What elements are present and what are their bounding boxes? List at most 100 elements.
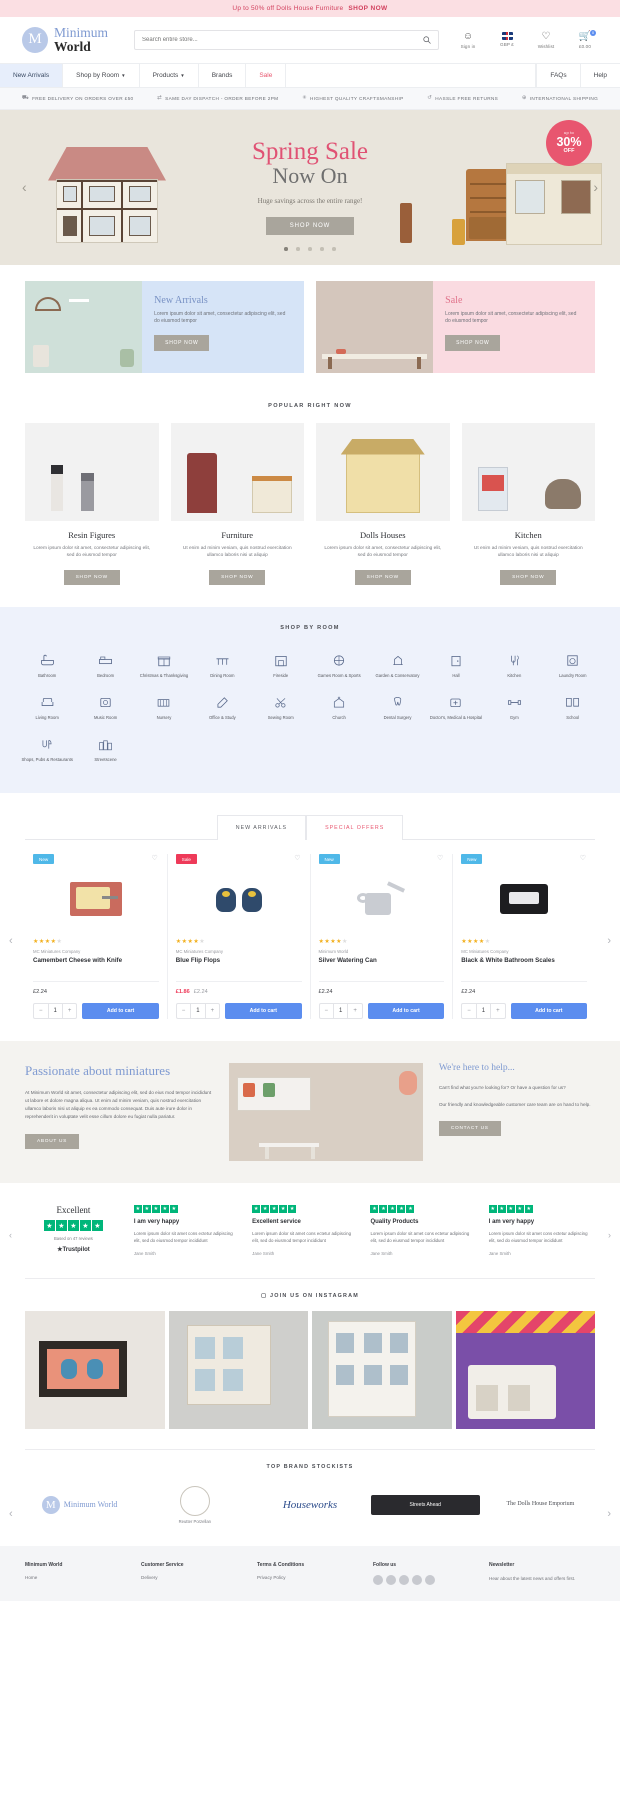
qty-decrease-button[interactable]: − (34, 1004, 48, 1018)
quantity-stepper[interactable]: − 1 + (175, 1003, 221, 1020)
room-item-kitchen[interactable]: Kitchen (485, 645, 543, 687)
add-to-cart-button[interactable]: Add to cart (82, 1003, 159, 1020)
category-card[interactable]: Kitchen Ut enim ad minim veniam, quis no… (461, 422, 595, 585)
qty-decrease-button[interactable]: − (320, 1004, 334, 1018)
room-item-medical[interactable]: Doctor's, Medical & Hospital (427, 687, 485, 729)
cart-button[interactable]: 🛒 0 £0.00 (572, 29, 598, 49)
reviews-prev-button[interactable]: ‹ (9, 1230, 12, 1240)
announcement-bar[interactable]: Up to 50% off Dolls House Furniture SHOP … (0, 0, 620, 17)
quantity-stepper[interactable]: − 1 + (318, 1003, 363, 1020)
nav-item-new-arrivals[interactable]: New Arrivals (0, 63, 64, 87)
brand-logo-houseworks[interactable]: Houseworks (255, 1499, 364, 1511)
search-bar[interactable] (134, 29, 439, 50)
tab-new-arrivals[interactable]: NEW ARRIVALS (216, 815, 307, 841)
wishlist-heart-icon[interactable]: ♡ (294, 854, 300, 862)
hero-shop-now-button[interactable]: SHOP NOW (266, 216, 354, 235)
promo-shop-now-button[interactable]: SHOP NOW (445, 335, 501, 352)
add-to-cart-button[interactable]: Add to cart (225, 1003, 302, 1020)
product-name[interactable]: Camembert Cheese with Knife (33, 957, 159, 974)
room-item-christmas[interactable]: Christmas & Thanksgiving (135, 645, 193, 687)
room-item-bedroom[interactable]: Bedroom (76, 645, 134, 687)
room-item-garden[interactable]: Garden & Conservatory (368, 645, 426, 687)
category-card[interactable]: Furniture Ut enim ad minim veniam, quis … (170, 422, 304, 585)
search-icon[interactable] (423, 36, 431, 44)
instagram-icon[interactable] (399, 1574, 409, 1585)
room-item-fireside[interactable]: Fireside (252, 645, 310, 687)
about-us-button[interactable]: ABOUT US (25, 1133, 80, 1149)
category-shop-now-button[interactable]: SHOP NOW (500, 569, 557, 585)
room-item-sewing-room[interactable]: Sewing Room (252, 687, 310, 729)
product-name[interactable]: Silver Watering Can (319, 957, 445, 974)
footer-link[interactable]: Delivery (141, 1575, 247, 1580)
reviews-next-button[interactable]: › (608, 1230, 611, 1240)
wishlist-heart-icon[interactable]: ♡ (437, 854, 443, 862)
category-shop-now-button[interactable]: SHOP NOW (209, 569, 266, 585)
announcement-cta[interactable]: SHOP NOW (348, 5, 387, 12)
wishlist-button[interactable]: ♡ Wishlist (533, 31, 559, 49)
products-next-button[interactable]: › (607, 935, 611, 947)
nav-item-faqs[interactable]: FAQs (536, 63, 579, 87)
promo-card-new-arrivals[interactable]: New Arrivals Lorem ipsum dolor sit amet,… (25, 280, 304, 373)
room-item-dining-room[interactable]: Dining Room (193, 645, 251, 687)
tab-special-offers[interactable]: SPECIAL OFFERS (306, 815, 404, 841)
brands-prev-button[interactable]: ‹ (9, 1508, 13, 1520)
twitter-icon[interactable] (386, 1574, 396, 1585)
qty-decrease-button[interactable]: − (462, 1004, 476, 1018)
carousel-dot[interactable] (320, 247, 324, 251)
youtube-icon[interactable] (425, 1574, 435, 1585)
currency-selector[interactable]: GBP £ (494, 31, 520, 49)
brand-logo-streets-ahead[interactable]: Streets Ahead (370, 1494, 480, 1515)
room-item-gym[interactable]: Gym (485, 687, 543, 729)
qty-value[interactable]: 1 (47, 1004, 63, 1019)
room-item-dental-surgery[interactable]: Dental Surgery (368, 687, 426, 729)
hero-prev-button[interactable]: ‹ (22, 179, 27, 195)
quantity-stepper[interactable]: − 1 + (33, 1003, 78, 1020)
category-card[interactable]: Dolls Houses Lorem ipsum dolor sit amet,… (316, 422, 450, 585)
room-item-shops-pubs[interactable]: Shops, Pubs & Restaurants (18, 729, 76, 771)
product-card[interactable]: Sale ♡ ★★★★★ MC Miniatures Company Blue … (168, 854, 311, 1020)
carousel-dot[interactable] (296, 247, 300, 251)
hero-next-button[interactable]: › (593, 179, 598, 195)
category-shop-now-button[interactable]: SHOP NOW (63, 569, 120, 585)
add-to-cart-button[interactable]: Add to cart (510, 1003, 587, 1020)
nav-item-sale[interactable]: Sale (246, 63, 287, 87)
room-item-bathroom[interactable]: Bathroom (18, 645, 76, 687)
nav-item-help[interactable]: Help (579, 63, 620, 87)
qty-increase-button[interactable]: + (491, 1004, 505, 1018)
room-item-music-room[interactable]: Music Room (76, 687, 134, 729)
instagram-post[interactable] (312, 1310, 452, 1429)
logo[interactable]: M Minimum World (22, 26, 108, 54)
carousel-dot[interactable] (284, 247, 288, 251)
add-to-cart-button[interactable]: Add to cart (367, 1003, 445, 1020)
footer-link[interactable]: Privacy Policy (257, 1575, 363, 1580)
nav-item-shop-by-room[interactable]: Shop by Room ▼ (63, 63, 140, 87)
brand-logo-minimum-world[interactable]: M Minimum World (25, 1495, 134, 1514)
qty-value[interactable]: 1 (475, 1004, 492, 1019)
contact-us-button[interactable]: CONTACT US (438, 1121, 501, 1137)
room-item-school[interactable]: School (544, 687, 602, 729)
quantity-stepper[interactable]: − 1 + (461, 1003, 506, 1020)
qty-increase-button[interactable]: + (206, 1004, 220, 1018)
nav-item-brands[interactable]: Brands (199, 63, 247, 87)
product-card[interactable]: New ♡ ★★★★★ Minimum World Silver Waterin… (311, 854, 454, 1020)
signin-button[interactable]: ☺ Sign in (455, 31, 481, 49)
product-name[interactable]: Black & White Bathroom Scales (461, 957, 587, 974)
room-item-office-study[interactable]: Office & Study (193, 687, 251, 729)
room-item-hall[interactable]: Hall (427, 645, 485, 687)
carousel-dot[interactable] (332, 247, 336, 251)
wishlist-heart-icon[interactable]: ♡ (580, 854, 586, 862)
room-item-living-room[interactable]: Living Room (18, 687, 76, 729)
pinterest-icon[interactable] (412, 1574, 422, 1585)
footer-link[interactable]: Home (25, 1575, 131, 1580)
category-shop-now-button[interactable]: SHOP NOW (354, 569, 411, 585)
instagram-post[interactable] (168, 1310, 308, 1429)
room-item-church[interactable]: Church (310, 687, 368, 729)
wishlist-heart-icon[interactable]: ♡ (151, 854, 157, 862)
qty-value[interactable]: 1 (333, 1004, 349, 1019)
carousel-dot[interactable] (308, 247, 312, 251)
search-input[interactable] (142, 36, 423, 43)
product-name[interactable]: Blue Flip Flops (176, 957, 302, 974)
qty-decrease-button[interactable]: − (177, 1004, 191, 1018)
promo-card-sale[interactable]: Sale Lorem ipsum dolor sit amet, consect… (316, 280, 595, 373)
qty-increase-button[interactable]: + (63, 1004, 77, 1018)
